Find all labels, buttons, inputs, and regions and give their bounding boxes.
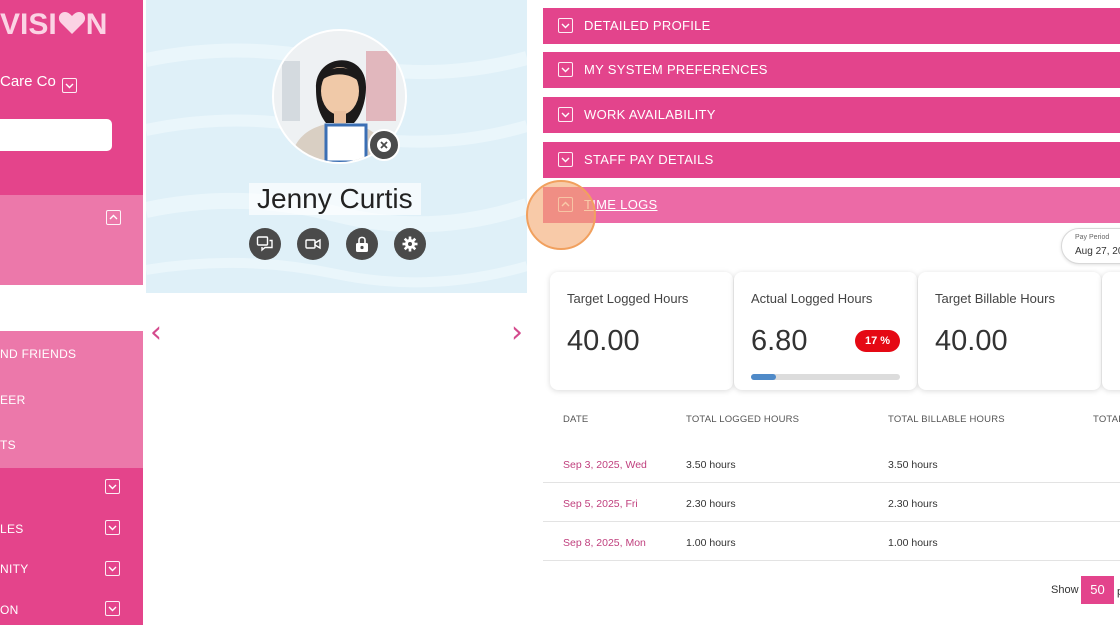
page-size-label: Show (1051, 584, 1079, 596)
sidebar-item-friends[interactable]: ND FRIENDS (0, 347, 76, 361)
sidebar-item-on[interactable]: ON (0, 603, 19, 617)
chevron-down-icon (558, 62, 573, 77)
table-row[interactable]: Sep 8, 2025, Mon 1.00 hours 1.00 hours (543, 522, 1120, 561)
row-logged: 3.50 hours (686, 459, 736, 471)
gear-icon (402, 236, 418, 252)
pay-period-value: Aug 27, 20 (1075, 246, 1120, 257)
accordion-staff-pay-details[interactable]: STAFF PAY DETAILS (543, 142, 1120, 178)
sidebar-item-nity[interactable]: NITY (0, 562, 29, 576)
accordion-system-preferences[interactable]: MY SYSTEM PREFERENCES (543, 52, 1120, 88)
chevron-up-icon[interactable] (106, 210, 121, 225)
chat-icon (256, 236, 273, 252)
progress-bar (751, 374, 900, 380)
heart-icon (58, 9, 86, 43)
row-date[interactable]: Sep 5, 2025, Fri (563, 498, 638, 510)
stat-label: Actual Logged Hours (751, 291, 873, 306)
pay-period-label: Pay Period (1075, 234, 1110, 241)
stat-value: 40.00 (567, 325, 640, 357)
pay-period-selector[interactable]: Pay Period Aug 27, 20 (1061, 228, 1120, 264)
chevron-down-icon[interactable] (105, 561, 120, 576)
carousel-prev-button[interactable]: ‹ (150, 318, 162, 348)
chevron-down-icon[interactable] (105, 601, 120, 616)
stat-value: 40.00 (935, 325, 1008, 357)
progress-badge: 17 % (855, 330, 900, 352)
stat-card-partial (1102, 272, 1120, 390)
video-call-button[interactable] (297, 228, 329, 260)
row-logged: 1.00 hours (686, 537, 736, 549)
accordion-label: MY SYSTEM PREFERENCES (584, 62, 768, 77)
profile-name: Jenny Curtis (249, 183, 421, 215)
settings-button[interactable] (394, 228, 426, 260)
stat-card-target-billable: Target Billable Hours 40.00 (918, 272, 1101, 390)
logo-text-end: N (85, 8, 108, 41)
row-logged: 2.30 hours (686, 498, 736, 510)
sidebar-active-item[interactable] (0, 285, 143, 331)
sidebar: VISI N Care Co ND FRIENDS EER TS LES NITY… (0, 0, 143, 625)
remove-photo-button[interactable] (368, 129, 400, 161)
sidebar-search-input[interactable] (0, 119, 112, 151)
accordion-time-logs[interactable]: TIME LOGS (543, 187, 1120, 223)
sidebar-item-les[interactable]: LES (0, 522, 24, 536)
accordion-work-availability[interactable]: WORK AVAILABILITY (543, 97, 1120, 133)
accordion-label: WORK AVAILABILITY (584, 107, 716, 122)
column-header-total: TOTAL (1093, 414, 1120, 425)
chevron-down-icon (558, 107, 573, 122)
stat-label: Target Logged Hours (567, 291, 689, 306)
page: VISI N Care Co ND FRIENDS EER TS LES NITY… (0, 0, 1120, 625)
row-billable: 2.30 hours (888, 498, 938, 510)
accordion-label: DETAILED PROFILE (584, 18, 711, 33)
chevron-down-icon[interactable] (105, 479, 120, 494)
row-date[interactable]: Sep 8, 2025, Mon (563, 537, 646, 549)
close-circle-icon (377, 138, 391, 152)
stat-value: 6.80 (751, 325, 808, 357)
table-row[interactable]: Sep 3, 2025, Wed 3.50 hours 3.50 hours (543, 444, 1120, 483)
row-billable: 1.00 hours (888, 537, 938, 549)
chevron-down-icon[interactable] (105, 520, 120, 535)
message-button[interactable] (249, 228, 281, 260)
column-header-date: DATE (563, 414, 589, 425)
click-indicator (526, 180, 596, 250)
row-billable: 3.50 hours (888, 459, 938, 471)
chevron-down-icon (558, 152, 573, 167)
logo: VISI N (0, 8, 107, 43)
org-selector[interactable]: Care Co (0, 73, 56, 90)
table-row[interactable]: Sep 5, 2025, Fri 2.30 hours 2.30 hours (543, 483, 1120, 522)
page-size-select[interactable]: 50 (1081, 576, 1114, 604)
column-header-logged: TOTAL LOGGED HOURS (686, 414, 800, 425)
stat-card-target-logged: Target Logged Hours 40.00 (550, 272, 733, 390)
video-icon (305, 238, 321, 250)
stat-label: Target Billable Hours (935, 291, 1055, 306)
column-header-billable: TOTAL BILLABLE HOURS (888, 414, 1005, 425)
sidebar-item-career[interactable]: EER (0, 393, 26, 407)
row-date[interactable]: Sep 3, 2025, Wed (563, 459, 647, 471)
reset-password-button[interactable] (346, 228, 378, 260)
sidebar-item-ts[interactable]: TS (0, 438, 16, 452)
chevron-down-icon (558, 18, 573, 33)
accordion-label: STAFF PAY DETAILS (584, 152, 714, 167)
progress-fill (751, 374, 777, 380)
org-name: Care Co (0, 73, 56, 90)
lock-icon (356, 236, 368, 252)
chevron-down-icon[interactable] (62, 78, 77, 93)
accordion-detailed-profile[interactable]: DETAILED PROFILE (543, 8, 1120, 44)
sidebar-expanded-section[interactable] (0, 195, 143, 285)
logo-text: VISI (0, 8, 57, 41)
carousel-next-button[interactable]: › (511, 318, 523, 348)
